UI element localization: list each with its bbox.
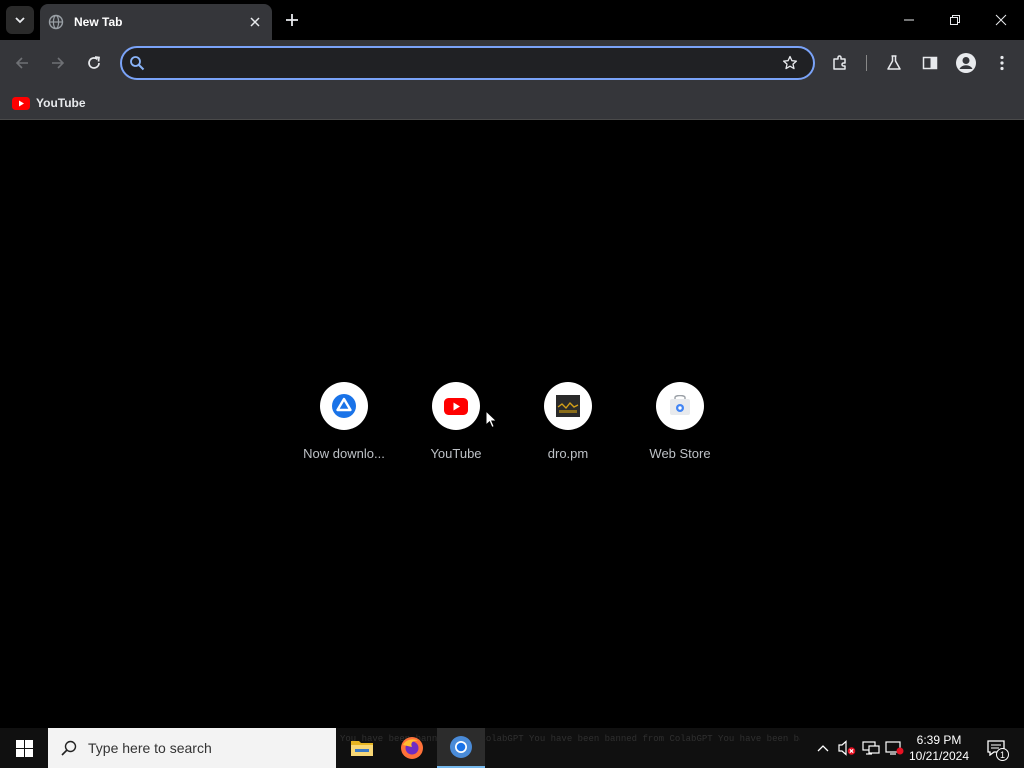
- notification-center-button[interactable]: 1: [978, 728, 1014, 768]
- menu-button[interactable]: [988, 49, 1016, 77]
- start-button[interactable]: [0, 728, 48, 768]
- restore-icon: [950, 15, 960, 25]
- shortcut-label: Web Store: [649, 446, 711, 461]
- flask-icon: [887, 55, 901, 70]
- system-clock[interactable]: 6:39 PM 10/21/2024: [906, 732, 972, 764]
- clock-time: 6:39 PM: [916, 733, 962, 747]
- shortcut-tiles: Now downlo... YouTube dro.pm Web Store: [288, 374, 736, 474]
- labs-button[interactable]: [880, 49, 908, 77]
- tab-search-button[interactable]: [6, 6, 34, 34]
- close-icon: [995, 14, 1007, 26]
- back-button[interactable]: [8, 49, 36, 77]
- bookmark-label: YouTube: [36, 96, 86, 110]
- minimize-icon: [904, 19, 914, 21]
- shortcut-tile[interactable]: dro.pm: [512, 374, 624, 474]
- title-bar: New Tab: [0, 0, 1024, 40]
- youtube-icon: [12, 96, 30, 110]
- folder-icon: [351, 741, 373, 756]
- mouse-cursor-icon: [485, 410, 498, 429]
- search-icon: [61, 740, 77, 756]
- kebab-menu-icon: [1000, 55, 1004, 71]
- new-tab-button[interactable]: [280, 8, 304, 32]
- tray-overflow-icon[interactable]: [813, 738, 833, 758]
- new-tab-page: Now downlo... YouTube dro.pm Web Store: [0, 121, 1024, 728]
- windows-logo-icon: [15, 739, 33, 757]
- shortcut-tile[interactable]: Web Store: [624, 374, 736, 474]
- tab-close-icon[interactable]: [246, 13, 264, 31]
- tab-new-tab[interactable]: New Tab: [40, 4, 272, 40]
- notification-count-badge: 1: [996, 748, 1009, 761]
- webstore-icon: [656, 382, 704, 430]
- plus-icon: [286, 14, 298, 26]
- taskbar-chrome[interactable]: [437, 728, 485, 768]
- globe-icon: [48, 14, 64, 30]
- taskbar-firefox[interactable]: [388, 728, 436, 768]
- toolbar-separator: [866, 55, 867, 71]
- extensions-button[interactable]: [826, 49, 854, 77]
- browser-toolbar: [0, 40, 1024, 86]
- tab-title: New Tab: [74, 15, 123, 29]
- network-icon[interactable]: [861, 738, 881, 758]
- shortcut-label: dro.pm: [547, 446, 589, 461]
- display-alert-icon[interactable]: [885, 738, 905, 758]
- bookmark-star-icon[interactable]: [780, 53, 800, 73]
- bookmark-youtube[interactable]: YouTube: [8, 92, 90, 114]
- taskbar-search-box[interactable]: Type here to search: [48, 728, 336, 768]
- address-bar[interactable]: [120, 46, 815, 80]
- shortcut-label: YouTube: [430, 446, 482, 461]
- windows-taskbar: You have been banned from ColabGPT You h…: [0, 728, 1024, 768]
- avatar-icon: [956, 53, 976, 73]
- taskbar-search-placeholder: Type here to search: [88, 740, 212, 756]
- reload-button[interactable]: [80, 49, 108, 77]
- window-restore-button[interactable]: [932, 0, 978, 40]
- arrow-right-icon: [52, 57, 65, 69]
- forward-button[interactable]: [44, 49, 72, 77]
- profile-button[interactable]: [952, 49, 980, 77]
- side-panel-icon: [922, 56, 938, 70]
- shortcut-label: Now downlo...: [303, 446, 385, 461]
- reload-icon: [88, 56, 100, 69]
- shortcut-tile[interactable]: Now downlo...: [288, 374, 400, 474]
- chrome-icon: [450, 736, 472, 758]
- window-close-button[interactable]: [978, 0, 1024, 40]
- search-icon: [128, 54, 146, 72]
- bookmarks-bar: YouTube: [0, 86, 1024, 120]
- side-panel-button[interactable]: [916, 49, 944, 77]
- puzzle-icon: [833, 55, 846, 70]
- window-minimize-button[interactable]: [886, 0, 932, 40]
- clock-date: 10/21/2024: [908, 749, 970, 763]
- taskbar-file-explorer[interactable]: [338, 728, 386, 768]
- dropm-icon: [544, 382, 592, 430]
- arrow-left-icon: [15, 57, 28, 69]
- firefox-icon: [401, 737, 423, 759]
- youtube-icon: [432, 382, 480, 430]
- address-input[interactable]: [156, 52, 756, 74]
- chevron-down-icon: [15, 17, 25, 24]
- volume-muted-icon[interactable]: [837, 738, 857, 758]
- drive-icon: [320, 382, 368, 430]
